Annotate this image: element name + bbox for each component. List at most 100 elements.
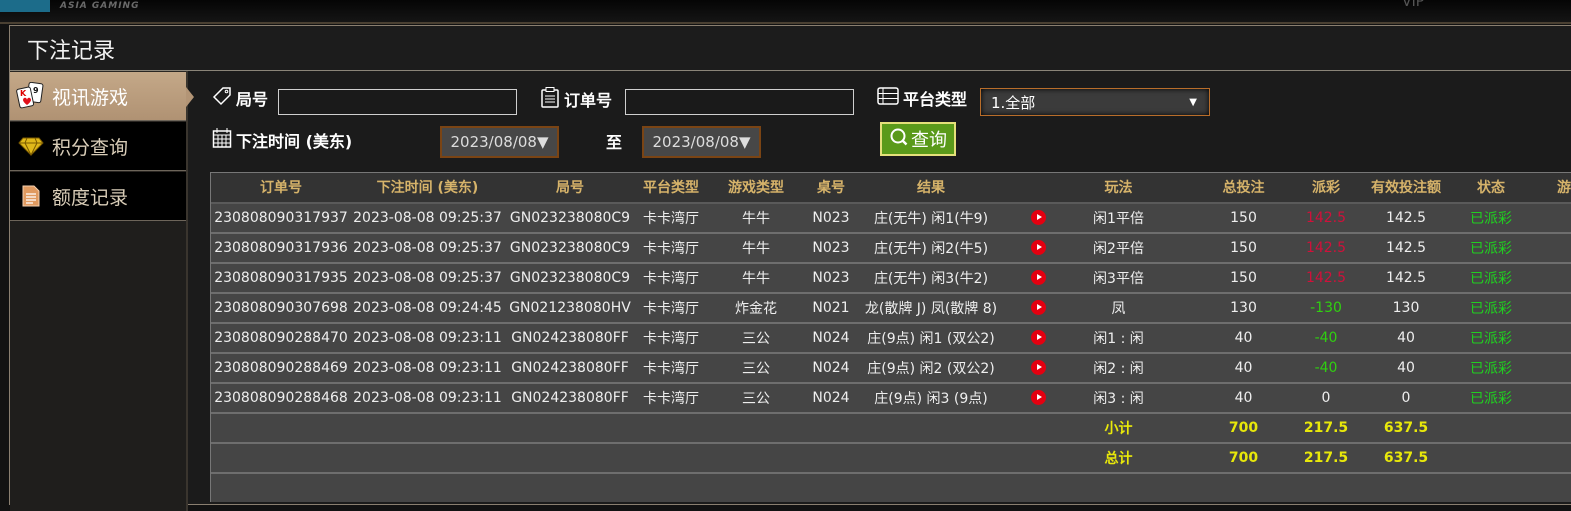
cell-empty <box>1006 412 1071 444</box>
cell-empty <box>636 412 706 444</box>
cell-bet-time: 2023-08-08 09:24:45 <box>351 292 504 324</box>
vip-link[interactable]: VIP <box>1402 0 1424 10</box>
cell-payout: 142.5 <box>1291 232 1361 264</box>
cell-bet-type: 凤 <box>1071 292 1166 324</box>
column-header-bet-type: 玩法 <box>1071 172 1166 204</box>
cell-game-type: 牛牛 <box>706 262 806 294</box>
column-header-valid-bet: 有效投注额 <box>1361 172 1451 204</box>
cell-empty <box>211 412 351 444</box>
cell-round-no: GN024238080FF <box>504 382 636 414</box>
sidebar-item-live-games[interactable]: 9K 视讯游戏 <box>10 71 194 121</box>
time-label-group: 下注时间 (美东) <box>212 127 352 153</box>
cell-table-no: N023 <box>806 262 856 294</box>
server-list-icon <box>877 86 899 110</box>
cards-icon: 9K <box>16 82 46 109</box>
cell-replay <box>1006 202 1071 234</box>
cell-result: 庄(9点) 闲1 (双公2) <box>856 322 1006 354</box>
play-video-icon[interactable] <box>1031 270 1046 285</box>
sidebar-item-points[interactable]: 积分查询 <box>10 121 186 171</box>
cell-bet-type: 闲2 : 闲 <box>1071 352 1166 384</box>
table-row[interactable]: 230808090317935 2023-08-08 09:25:37 GN0232… <box>211 262 1571 294</box>
table-row[interactable]: 230808090317936 2023-08-08 09:25:37 GN0232… <box>211 232 1571 264</box>
table-row[interactable]: 230808090317937 2023-08-08 09:25:37 GN0232… <box>211 202 1571 234</box>
cell-valid-bet: 130 <box>1361 292 1451 324</box>
cell-platform-type: 卡卡湾厅 <box>636 322 706 354</box>
cell-payout: 142.5 <box>1291 262 1361 294</box>
cell-empty <box>636 442 706 474</box>
total-label: 总计 <box>1071 442 1166 474</box>
cell-payout: -130 <box>1291 292 1361 324</box>
total-valid: 637.5 <box>1361 442 1451 474</box>
cell-bet-time: 2023-08-08 09:23:11 <box>351 322 504 354</box>
date-from-picker[interactable]: 2023/08/08▼ <box>440 126 559 158</box>
play-video-icon[interactable] <box>1031 330 1046 345</box>
cell-game-type: 牛牛 <box>706 232 806 264</box>
column-header-order-no: 订单号 <box>211 172 351 204</box>
order-input[interactable] <box>625 89 854 115</box>
cell-platform-type: 卡卡湾厅 <box>636 232 706 264</box>
cell-replay <box>1006 262 1071 294</box>
cell-round-no: GN023238080C9 <box>504 262 636 294</box>
cell-empty <box>806 412 856 444</box>
column-header-game-type: 游戏类型 <box>706 172 806 204</box>
cell-replay <box>1006 352 1071 384</box>
date-to-picker[interactable]: 2023/08/08▼ <box>642 126 761 158</box>
play-video-icon[interactable] <box>1031 300 1046 315</box>
play-video-icon[interactable] <box>1031 210 1046 225</box>
cell-platform-type: 卡卡湾厅 <box>636 382 706 414</box>
cell-empty <box>1531 232 1571 264</box>
query-label: 查询 <box>911 130 947 151</box>
sidebar-item-credit-records[interactable]: 额度记录 <box>10 171 186 221</box>
sidebar-item-label: 额度记录 <box>52 186 129 209</box>
cell-round-no: GN024238080FF <box>504 322 636 354</box>
cell-platform-type: 卡卡湾厅 <box>636 352 706 384</box>
platform-select[interactable]: 1.全部 ▼ <box>980 88 1210 116</box>
total-bet: 700 <box>1166 442 1291 474</box>
round-input[interactable] <box>278 89 517 115</box>
table-row[interactable]: 230808090307698 2023-08-08 09:24:45 GN0212… <box>211 292 1571 324</box>
cell-payout: -40 <box>1291 322 1361 354</box>
play-video-icon[interactable] <box>1031 390 1046 405</box>
to-label: 至 <box>606 133 623 152</box>
cell-empty <box>706 412 806 444</box>
cell-empty <box>806 442 856 474</box>
cell-empty <box>1531 292 1571 324</box>
round-label-group: 局号 <box>212 86 268 110</box>
column-header-replay <box>1006 172 1071 204</box>
cell-bet-time: 2023-08-08 09:25:37 <box>351 232 504 264</box>
cell-result: 龙(散牌 J) 凤(散牌 8) <box>856 292 1006 324</box>
cell-empty <box>1531 262 1571 294</box>
bet-record-modal: 下注记录 9K 视讯游戏 积分查询 额度记录 局号 订单号 平台类型 1.全部 … <box>9 25 1571 511</box>
cell-replay <box>1006 232 1071 264</box>
svg-text:K: K <box>20 89 27 98</box>
chevron-down-icon: ▼ <box>1189 96 1197 108</box>
table-row[interactable]: 230808090288469 2023-08-08 09:23:11 GN0242… <box>211 352 1571 384</box>
cell-order-no: 230808090288469 <box>211 352 351 384</box>
table-row[interactable]: 230808090288470 2023-08-08 09:23:11 GN0242… <box>211 322 1571 354</box>
play-video-icon[interactable] <box>1031 360 1046 375</box>
table-header-row: 订单号 下注时间 (美东) 局号 平台类型 游戏类型 桌号 结果 玩法 总投注 派彩 有效投注额 状态… <box>211 172 1571 204</box>
cell-empty <box>1531 352 1571 384</box>
cell-empty <box>1531 202 1571 234</box>
cell-payout: -40 <box>1291 352 1361 384</box>
sidebar: 9K 视讯游戏 积分查询 额度记录 <box>10 71 194 511</box>
cell-round-no: GN023238080C9 <box>504 202 636 234</box>
subtotal-payout: 217.5 <box>1291 412 1361 444</box>
subtotal-label: 小计 <box>1071 412 1166 444</box>
platform-label: 平台类型 <box>903 90 968 109</box>
table-row[interactable]: 230808090288468 2023-08-08 09:23:11 GN0242… <box>211 382 1571 414</box>
column-header-platform-type: 平台类型 <box>636 172 706 204</box>
svg-text:9: 9 <box>33 86 39 95</box>
cell-table-no: N024 <box>806 382 856 414</box>
cell-status: 已派彩 <box>1451 322 1531 354</box>
play-video-icon[interactable] <box>1031 240 1046 255</box>
cell-total-bet: 150 <box>1166 202 1291 234</box>
query-button[interactable]: 查询 <box>880 122 956 156</box>
cell-empty <box>351 442 504 474</box>
column-header-status: 状态 <box>1451 172 1531 204</box>
cell-platform-type: 卡卡湾厅 <box>636 202 706 234</box>
cell-platform-type: 卡卡湾厅 <box>636 262 706 294</box>
cell-empty <box>1006 442 1071 474</box>
cell-order-no: 230808090317936 <box>211 232 351 264</box>
cell-valid-bet: 142.5 <box>1361 262 1451 294</box>
